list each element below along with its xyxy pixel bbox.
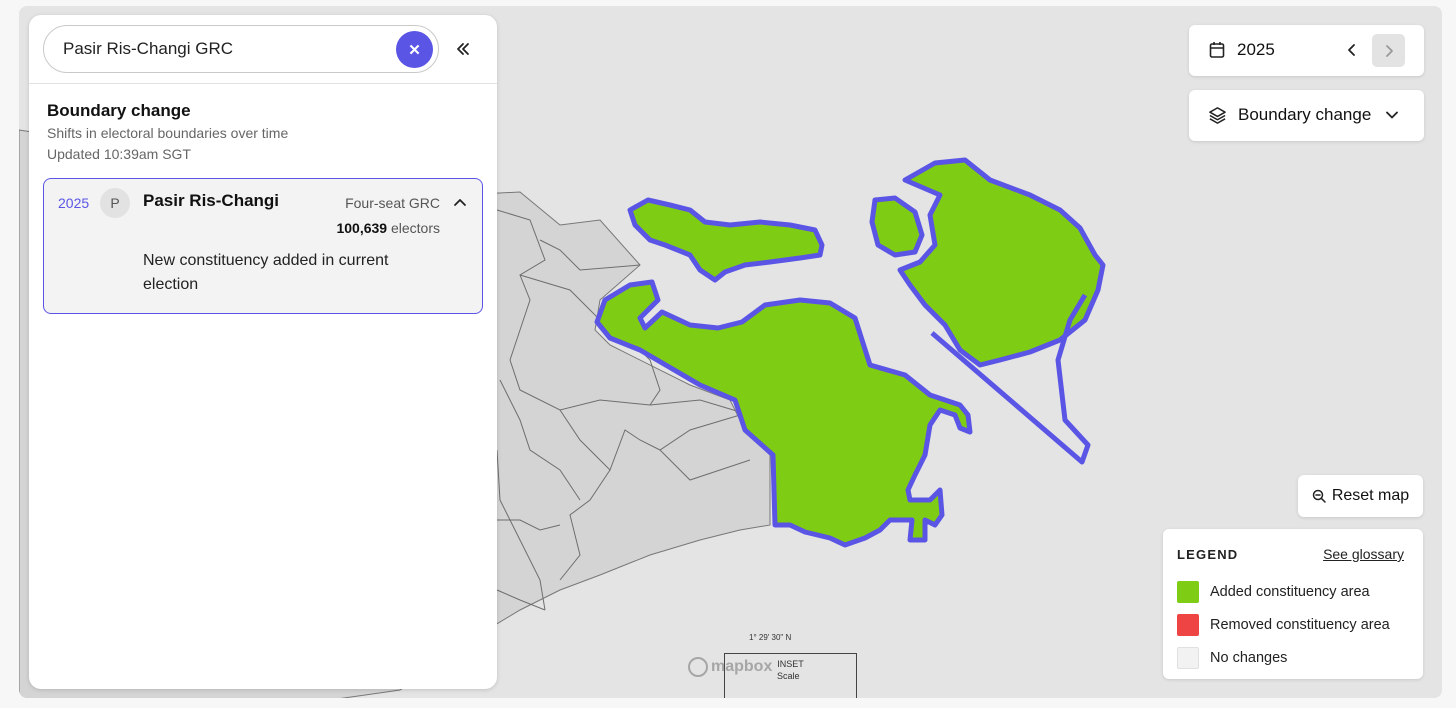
- panel-title: Boundary change: [47, 101, 191, 120]
- card-badge: P: [100, 188, 130, 218]
- collapse-panel-button[interactable]: [449, 35, 477, 63]
- inset-coord-top: 1° 29' 30" N: [749, 633, 792, 642]
- layer-dropdown[interactable]: Boundary change: [1189, 90, 1424, 141]
- layers-icon: [1209, 107, 1226, 124]
- legend-swatch-added: [1177, 581, 1199, 603]
- search-input[interactable]: Pasir Ris-Changi GRC ✕: [43, 25, 439, 73]
- electors-label: electors: [390, 220, 440, 236]
- next-year-button[interactable]: [1372, 34, 1405, 67]
- card-type: Four-seat GRC: [345, 195, 440, 211]
- chevron-left-icon: [1348, 44, 1355, 56]
- year-value: 2025: [1237, 40, 1275, 59]
- panel-subtitle: Shifts in electoral boundaries over time: [47, 125, 289, 141]
- see-glossary-link[interactable]: See glossary: [1323, 546, 1404, 562]
- chevron-down-icon: [1386, 111, 1398, 119]
- mapbox-attribution[interactable]: mapbox: [688, 657, 772, 677]
- clear-search-button[interactable]: ✕: [396, 31, 433, 68]
- reset-map-label: Reset map: [1331, 487, 1410, 504]
- calendar-icon: [1209, 42, 1225, 58]
- added-area-tekong-west[interactable]: [869, 195, 925, 258]
- zoom-out-icon: [1312, 489, 1326, 503]
- side-panel: Pasir Ris-Changi GRC ✕ Boundary change S…: [29, 15, 497, 689]
- panel-updated: Updated 10:39am SGT: [47, 146, 191, 162]
- added-area-tekong[interactable]: [897, 157, 1106, 368]
- panel-divider: [29, 83, 497, 84]
- electors-count: 100,639: [336, 220, 388, 236]
- legend-label-added: Added constituency area: [1210, 584, 1370, 600]
- close-icon: ✕: [408, 41, 421, 59]
- reset-map-button[interactable]: Reset map: [1298, 475, 1423, 517]
- mapbox-label: mapbox: [711, 658, 773, 675]
- legend-item-removed: Removed constituency area: [1177, 614, 1390, 636]
- layer-label: Boundary change: [1238, 105, 1372, 124]
- added-area-ubin[interactable]: [627, 197, 825, 283]
- double-chevron-left-icon: [457, 43, 469, 55]
- constituency-card[interactable]: 2025 P Pasir Ris-Changi Four-seat GRC 10…: [43, 178, 483, 314]
- chevron-right-icon: [1385, 44, 1393, 57]
- legend-item-added: Added constituency area: [1177, 581, 1370, 603]
- search-value: Pasir Ris-Changi GRC: [63, 39, 234, 58]
- card-year: 2025: [58, 195, 90, 211]
- legend-label-no-change: No changes: [1210, 650, 1288, 666]
- card-name: Pasir Ris-Changi: [143, 191, 280, 210]
- card-electors: 100,639 electors: [336, 220, 440, 236]
- legend: LEGEND See glossary Added constituency a…: [1163, 529, 1423, 679]
- legend-item-no-change: No changes: [1177, 647, 1287, 669]
- card-description: New constituency added in current electi…: [143, 252, 389, 293]
- chevron-up-icon[interactable]: [452, 195, 468, 211]
- legend-title: LEGEND: [1177, 547, 1239, 562]
- legend-label-removed: Removed constituency area: [1210, 617, 1390, 633]
- inset-scale: Scale: [777, 671, 800, 681]
- mapbox-logo-icon: [688, 657, 708, 677]
- year-selector: 2025: [1189, 25, 1424, 76]
- previous-year-button[interactable]: [1339, 37, 1365, 63]
- legend-swatch-removed: [1177, 614, 1199, 636]
- legend-swatch-no-change: [1177, 647, 1199, 669]
